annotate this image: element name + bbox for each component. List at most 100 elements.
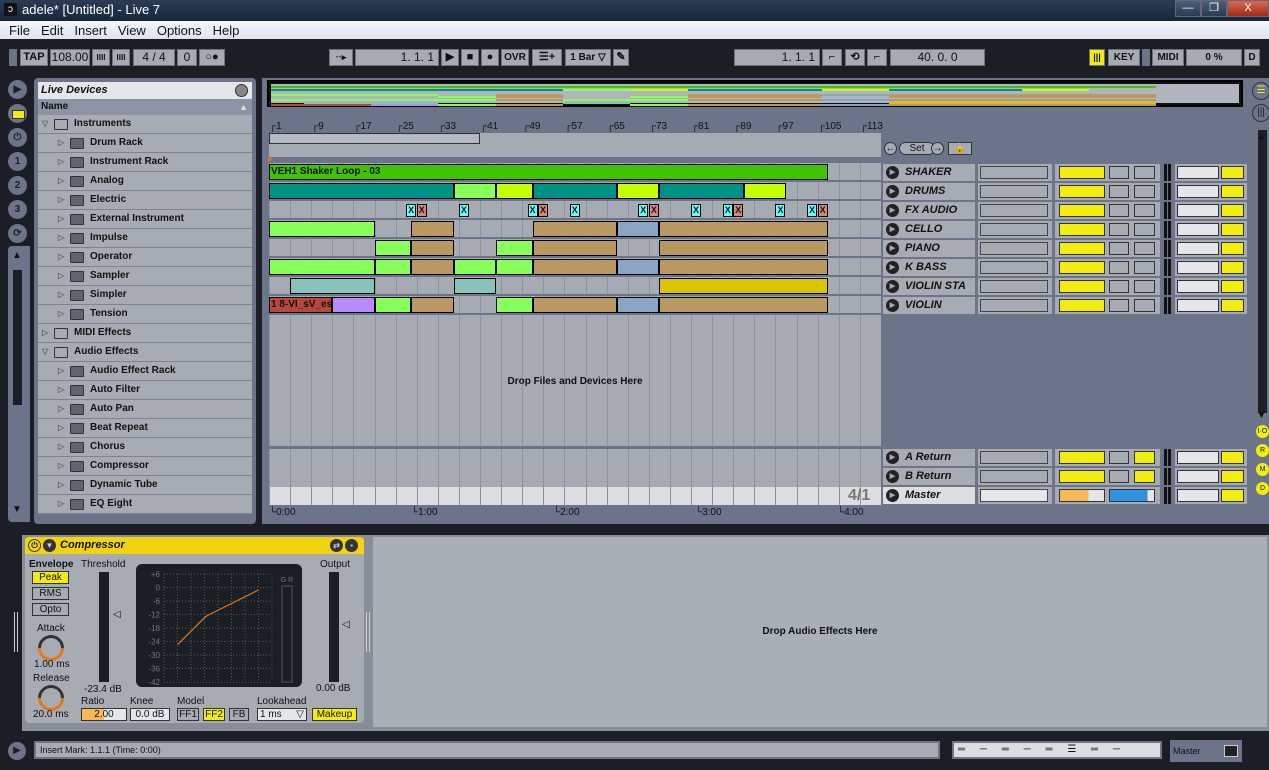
browser-item[interactable]: ▷ Simpler — [38, 286, 252, 305]
chevron-right-icon[interactable]: ▷ — [58, 305, 64, 323]
io-toggle[interactable]: I·O — [1256, 425, 1269, 438]
delay-field[interactable] — [1177, 280, 1219, 293]
fx-clip[interactable]: X — [416, 204, 427, 217]
arrangement-view-toggle-icon[interactable]: ☰ — [1252, 82, 1269, 100]
hotswap-icon[interactable]: ⟳ — [8, 224, 27, 243]
master-lane[interactable] — [269, 487, 881, 505]
browser-item[interactable]: ▷ Dynamic Tube — [38, 476, 252, 495]
chevron-right-icon[interactable]: ▷ — [58, 457, 64, 475]
clip[interactable] — [532, 297, 618, 313]
clip[interactable] — [532, 259, 618, 275]
delay-unit-button[interactable] — [1221, 451, 1244, 464]
tempo-field[interactable]: 108.00 — [50, 49, 90, 66]
restore-button[interactable]: ❐ — [1201, 0, 1227, 17]
peak-button[interactable]: Peak — [32, 571, 69, 584]
clip[interactable] — [332, 297, 375, 313]
browser-item[interactable]: ▷ Drum Rack — [38, 134, 252, 153]
play-icon[interactable]: ▶ — [886, 299, 899, 312]
play-icon[interactable]: ▶ — [886, 223, 899, 236]
clip[interactable] — [374, 297, 412, 313]
delay-field[interactable] — [1177, 166, 1219, 179]
browser-item[interactable]: ▷ Analog — [38, 172, 252, 191]
hotswap-icon[interactable]: ⇄ — [330, 539, 343, 552]
delay-field[interactable] — [1177, 242, 1219, 255]
clip[interactable] — [617, 297, 660, 313]
clip[interactable] — [453, 278, 496, 294]
ratio-field[interactable]: 2.00 — [81, 708, 127, 721]
delay-unit-button[interactable] — [1221, 223, 1244, 236]
loop-length-field[interactable]: 40. 0. 0 — [890, 49, 985, 66]
solo-button[interactable] — [1109, 451, 1129, 464]
return-button[interactable] — [1059, 451, 1105, 464]
track-name[interactable]: ▶ PIANO — [883, 240, 975, 257]
output-meter[interactable] — [329, 572, 339, 682]
slot-box[interactable] — [980, 261, 1048, 274]
stop-button[interactable]: ■ — [461, 49, 479, 66]
fx-clip[interactable]: X — [648, 204, 659, 217]
loop-brace[interactable] — [269, 133, 481, 144]
clip[interactable] — [617, 259, 660, 275]
track-name[interactable]: ▶ CELLO — [883, 221, 975, 238]
track-lane[interactable] — [269, 182, 881, 201]
browser-item[interactable]: ▽ Instruments — [38, 115, 252, 134]
browser-item[interactable]: ▷ Compressor — [38, 457, 252, 476]
delay-unit-button[interactable] — [1221, 204, 1244, 217]
plugin-icon[interactable]: ⏻ — [8, 128, 27, 147]
play-icon[interactable]: ▶ — [886, 470, 899, 483]
arm-button[interactable] — [1134, 280, 1155, 293]
clip[interactable] — [374, 240, 412, 256]
return-button[interactable] — [1059, 470, 1105, 483]
rms-button[interactable]: RMS — [32, 587, 69, 600]
chevron-right-icon[interactable]: ▷ — [58, 438, 64, 456]
scroll-up-icon[interactable]: ▲ — [1257, 131, 1266, 141]
clip[interactable] — [532, 183, 618, 199]
track-name[interactable]: ▶ A Return — [883, 449, 975, 466]
model-ff2-button[interactable]: FF2 — [203, 708, 225, 721]
menu-options[interactable]: Options — [152, 21, 207, 39]
track-lane[interactable] — [269, 277, 881, 296]
track-lane[interactable] — [269, 239, 881, 258]
slot-box[interactable] — [980, 280, 1048, 293]
slot-box[interactable] — [980, 451, 1048, 464]
browser-item[interactable]: ▷ Instrument Rack — [38, 153, 252, 172]
clip[interactable] — [617, 221, 660, 237]
name-column-header[interactable]: Name ▲ — [38, 99, 252, 115]
chevron-right-icon[interactable]: ▷ — [58, 191, 64, 209]
fx-clip[interactable]: X — [406, 204, 417, 217]
delay-unit-button[interactable] — [1221, 470, 1244, 483]
master-selector[interactable]: Master — [1170, 740, 1242, 762]
solo-button[interactable] — [1109, 242, 1129, 255]
slot-box[interactable] — [980, 489, 1048, 502]
play-icon[interactable]: ▶ — [886, 242, 899, 255]
prev-locator-button[interactable]: ← — [884, 142, 897, 155]
delay-field[interactable] — [1177, 204, 1219, 217]
session-view-toggle-icon[interactable]: ||| — [1252, 104, 1269, 122]
place-2-icon[interactable]: 2 — [8, 176, 27, 195]
fx-clip[interactable]: X — [527, 204, 538, 217]
draw-mode-toggle[interactable]: ☰+ — [532, 49, 562, 66]
input-slot[interactable] — [978, 221, 1052, 238]
track-number-button[interactable] — [1059, 242, 1105, 255]
arrangement-overview[interactable] — [267, 80, 1243, 107]
clip[interactable]: VEH1 Shaker Loop - 03 — [269, 164, 829, 180]
fx-clip[interactable]: X — [807, 204, 818, 217]
post-button[interactable] — [1134, 470, 1155, 483]
position-field[interactable]: 1. 1. 1 — [355, 49, 439, 66]
browser-item[interactable]: ▷ Impulse — [38, 229, 252, 248]
fx-clip[interactable]: X — [775, 204, 786, 217]
close-button[interactable]: X — [1227, 0, 1269, 17]
minimize-button[interactable]: — — [1175, 0, 1201, 17]
arm-button[interactable] — [1134, 261, 1155, 274]
loop-start-field[interactable]: 1. 1. 1 — [734, 49, 820, 66]
input-slot[interactable] — [978, 297, 1052, 314]
menu-file[interactable]: File — [4, 21, 35, 39]
ext-sync-handle[interactable] — [9, 49, 17, 66]
arm-button[interactable] — [1134, 204, 1155, 217]
delay-unit-button[interactable] — [1221, 489, 1244, 502]
delay-field[interactable] — [1177, 299, 1219, 312]
midi-map-button[interactable]: MIDI — [1152, 49, 1184, 66]
track-number-button[interactable] — [1059, 261, 1105, 274]
chevron-down-icon[interactable]: ▽ — [42, 343, 48, 361]
arm-button[interactable] — [1134, 166, 1155, 179]
input-slot[interactable] — [978, 240, 1052, 257]
